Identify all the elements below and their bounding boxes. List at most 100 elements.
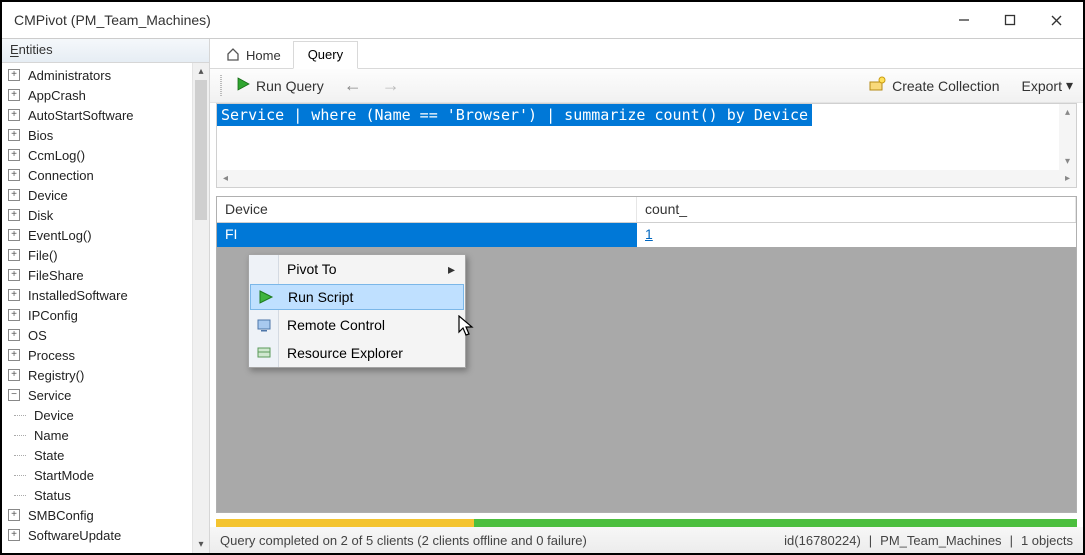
entity-label: SMBConfig [28,508,94,523]
create-collection-button[interactable]: Create Collection [868,76,999,95]
entity-label: FileShare [28,268,84,283]
export-button[interactable]: Export ▾ [1022,77,1074,94]
entity-file[interactable]: File() [4,245,192,265]
entity-child-state[interactable]: State [4,445,192,465]
dropdown-icon: ▾ [1066,77,1073,94]
query-editor[interactable]: Service | where (Name == 'Browser') | su… [216,103,1077,188]
expand-icon[interactable] [8,289,20,301]
col-device[interactable]: Device [217,197,637,222]
editor-vscroll[interactable]: ▴ ▾ [1059,104,1076,170]
nav-forward-button[interactable]: → [376,75,406,96]
expand-icon[interactable] [8,109,20,121]
entities-scrollbar[interactable]: ▴ ▾ [192,63,209,553]
entity-fileshare[interactable]: FileShare [4,265,192,285]
menu-remote-control[interactable]: Remote Control [249,311,465,339]
menu-pivot-to[interactable]: Pivot To ▸ [249,255,465,283]
status-message: Query completed on 2 of 5 clients (2 cli… [220,533,587,548]
expand-icon[interactable] [8,229,20,241]
expand-icon[interactable] [8,169,20,181]
scroll-left-icon[interactable]: ◂ [217,170,234,187]
expand-icon[interactable] [8,309,20,321]
expand-icon[interactable] [8,269,20,281]
cell-device: FI [217,223,637,247]
minimize-button[interactable] [941,5,987,35]
remote-control-icon [254,315,274,335]
entity-installedsoftware[interactable]: InstalledSoftware [4,285,192,305]
query-text[interactable]: Service | where (Name == 'Browser') | su… [217,104,812,126]
entity-administrators[interactable]: Administrators [4,65,192,85]
entity-label: CcmLog() [28,148,85,163]
entity-device[interactable]: Device [4,185,192,205]
expand-icon[interactable] [8,69,20,81]
entity-disk[interactable]: Disk [4,205,192,225]
entity-connection[interactable]: Connection [4,165,192,185]
expand-icon[interactable] [8,149,20,161]
query-editor-area: Service | where (Name == 'Browser') | su… [210,103,1083,196]
editor-hscroll[interactable]: ◂ ▸ [217,170,1076,187]
status-objects: 1 objects [1021,533,1073,548]
progress-bar [216,519,1077,527]
scroll-thumb[interactable] [195,80,207,220]
create-collection-label: Create Collection [892,78,999,94]
status-id: id(16780224) [784,533,861,548]
menu-run-script-label: Run Script [288,289,353,305]
titlebar: CMPivot (PM_Team_Machines) [2,2,1083,38]
menu-resource-explorer[interactable]: Resource Explorer [249,339,465,367]
tab-home[interactable]: Home [216,43,291,68]
resource-explorer-icon [254,343,274,363]
run-query-button[interactable]: Run Query [230,75,330,96]
entity-eventlog[interactable]: EventLog() [4,225,192,245]
menu-pivot-label: Pivot To [287,261,337,277]
app-window: CMPivot (PM_Team_Machines) Entities Admi… [0,0,1085,555]
expand-icon[interactable] [8,209,20,221]
col-count[interactable]: count_ [637,197,1076,222]
tab-home-label: Home [246,48,281,63]
entity-appcrash[interactable]: AppCrash [4,85,192,105]
home-icon [226,47,240,64]
entity-child-startmode[interactable]: StartMode [4,465,192,485]
scroll-down-icon[interactable]: ▾ [193,536,209,553]
nav-back-button[interactable]: ← [338,75,368,96]
collection-icon [868,76,886,95]
entity-smbconfig[interactable]: SMBConfig [4,505,192,525]
tab-query[interactable]: Query [293,41,358,69]
scroll-up-icon[interactable]: ▴ [1059,104,1076,121]
entity-registry[interactable]: Registry() [4,365,192,385]
entity-child-device[interactable]: Device [4,405,192,425]
menu-run-script[interactable]: Run Script [250,284,464,310]
scroll-down-icon[interactable]: ▾ [1059,153,1076,170]
expand-icon[interactable] [8,369,20,381]
tab-query-label: Query [308,47,343,62]
entity-os[interactable]: OS [4,325,192,345]
entities-tree[interactable]: AdministratorsAppCrashAutoStartSoftwareB… [2,63,192,553]
entity-service[interactable]: Service [4,385,192,405]
entity-process[interactable]: Process [4,345,192,365]
scroll-up-icon[interactable]: ▴ [193,63,209,80]
entity-bios[interactable]: Bios [4,125,192,145]
table-row[interactable]: FI 1 [217,223,1076,247]
expand-icon[interactable] [8,349,20,361]
expand-icon[interactable] [8,89,20,101]
entity-autostartsoftware[interactable]: AutoStartSoftware [4,105,192,125]
expand-icon[interactable] [8,189,20,201]
run-script-icon [256,287,276,307]
toolbar-grip [220,75,222,97]
expand-icon[interactable] [8,249,20,261]
entity-ipconfig[interactable]: IPConfig [4,305,192,325]
expand-icon[interactable] [8,329,20,341]
entity-ccmlog[interactable]: CcmLog() [4,145,192,165]
expand-icon[interactable] [8,129,20,141]
entity-softwareupdate[interactable]: SoftwareUpdate [4,525,192,545]
maximize-button[interactable] [987,5,1033,35]
entity-child-name[interactable]: Name [4,425,192,445]
count-link[interactable]: 1 [645,226,653,242]
grid-header: Device count_ [217,197,1076,223]
expand-icon[interactable] [8,509,20,521]
collapse-icon[interactable] [8,389,20,401]
scroll-right-icon[interactable]: ▸ [1059,170,1076,187]
menu-remote-label: Remote Control [287,317,385,333]
close-button[interactable] [1033,5,1079,35]
expand-icon[interactable] [8,529,20,541]
entity-child-status[interactable]: Status [4,485,192,505]
export-label: Export [1022,78,1062,94]
